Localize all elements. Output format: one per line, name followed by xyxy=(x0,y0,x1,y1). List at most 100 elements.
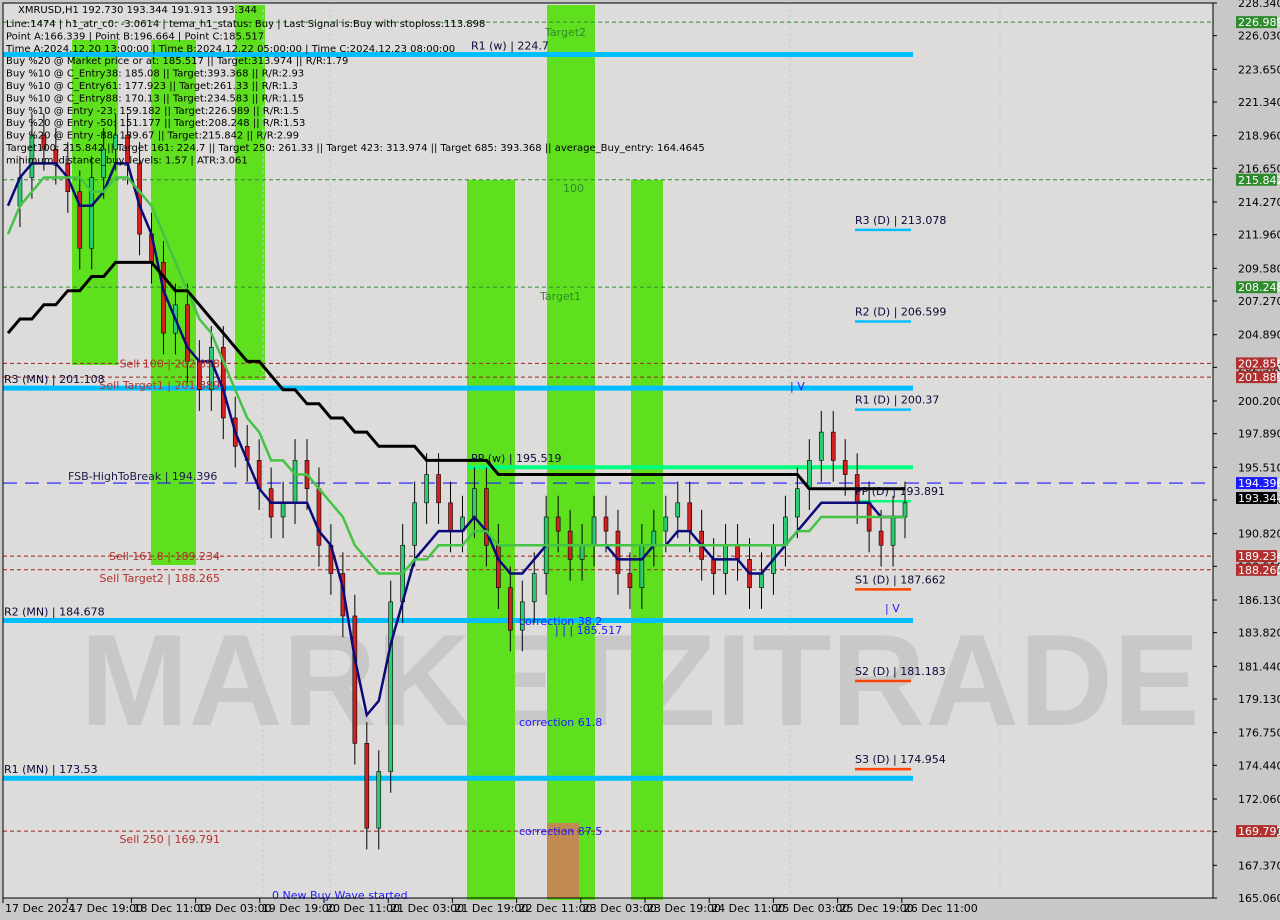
annotation-wave-iv: | V xyxy=(790,380,805,393)
x-tick-label: 19 Dec 03:00 xyxy=(198,902,272,915)
info-line: Target100: 215.842 || Target 161: 224.7 … xyxy=(5,143,705,154)
y-tick-label: 214.270 xyxy=(1238,196,1280,209)
y-tick-label: 190.820 xyxy=(1238,528,1280,541)
info-line: Line:1474 | h1_atr_c0: -3.0614 | tema_h1… xyxy=(6,19,485,30)
candle-bear xyxy=(735,544,740,560)
info-line: Buy %10 @ Entry -23: 159.182 || Target:2… xyxy=(6,106,299,117)
annotation-target2: Target2 xyxy=(544,26,586,39)
y-tick-label: 179.130 xyxy=(1238,693,1280,706)
candle-bull xyxy=(280,502,286,518)
signal-zone xyxy=(631,180,663,900)
candle-bear xyxy=(878,530,884,546)
candle-bear xyxy=(316,488,322,546)
candle-bear xyxy=(830,431,836,461)
annotation-100: 100 xyxy=(563,182,584,195)
x-tick-label: 26 Dec 11:00 xyxy=(904,902,978,915)
x-tick-label: 18 Dec 11:00 xyxy=(133,902,207,915)
info-line: Buy %10 @ C_Entry38: 185.08 || Target:39… xyxy=(6,69,304,80)
level-label: S1 (D) | 187.662 xyxy=(855,573,946,586)
info-line: Point A:166.339 | Point B:196.664 | Poin… xyxy=(6,31,264,42)
candle-bear xyxy=(352,615,358,744)
annotation-point-c: | | | 185.517 xyxy=(555,624,622,637)
price-badge-label: 193.344 xyxy=(1238,492,1280,505)
candle-bear xyxy=(615,530,621,574)
candle-bull xyxy=(424,474,429,504)
y-tick-label: 172.060 xyxy=(1238,793,1280,806)
y-tick-label: 226.030 xyxy=(1238,30,1280,43)
level-label: R3 (D) | 213.078 xyxy=(855,214,946,227)
level-label: R1 (D) | 200.37 xyxy=(855,394,939,407)
y-tick-label: 218.960 xyxy=(1238,130,1280,143)
y-tick-label: 165.060 xyxy=(1238,892,1280,905)
x-tick-label: 25 Dec 19:00 xyxy=(840,902,914,915)
y-tick-label: 197.890 xyxy=(1238,428,1280,441)
info-line: Buy %10 @ C_Entry88: 170.13 || Target:23… xyxy=(6,93,304,104)
level-label: PP (w) | 195.519 xyxy=(471,452,562,465)
level-label: R2 (D) | 206.599 xyxy=(855,305,946,318)
x-tick-label: 23 Dec 19:00 xyxy=(647,902,721,915)
y-tick-label: 186.130 xyxy=(1238,594,1280,607)
level-label: S3 (D) | 174.954 xyxy=(855,753,946,766)
x-tick-label: 23 Dec 03:00 xyxy=(583,902,657,915)
candle-bear xyxy=(508,587,513,631)
level-label: R1 (MN) | 173.53 xyxy=(4,763,98,776)
price-badge-label: 188.265 xyxy=(1238,564,1280,577)
price-badge-label: 169.791 xyxy=(1238,825,1280,838)
y-tick-label: 195.510 xyxy=(1238,461,1280,474)
symbol-ohlc: XMRUSD,H1 192.730 193.344 191.913 193.34… xyxy=(18,5,257,16)
annotation-target1: Target1 xyxy=(539,290,581,303)
y-tick-label: 223.650 xyxy=(1238,63,1280,76)
level-label: Sell Target1 | 201.889 xyxy=(99,379,220,392)
candle-bear xyxy=(555,516,561,532)
y-tick-label: 181.440 xyxy=(1238,660,1280,673)
x-tick-label: 22 Dec 11:00 xyxy=(519,902,593,915)
price-badge-label: 194.396 xyxy=(1238,477,1280,490)
level-label: Sell Target2 | 188.265 xyxy=(99,572,220,585)
level-label: S2 (D) | 181.183 xyxy=(855,665,946,678)
candle-bull xyxy=(651,530,657,546)
candle-bull xyxy=(531,573,537,603)
y-tick-label: 174.440 xyxy=(1238,759,1280,772)
level-label: FSB-HighToBreak | 194.396 xyxy=(68,470,217,483)
candle-bull xyxy=(639,544,645,588)
x-tick-label: 21 Dec 03:00 xyxy=(390,902,464,915)
y-tick-label: 200.200 xyxy=(1238,395,1280,408)
candle-bull xyxy=(890,516,896,546)
candle-bull xyxy=(902,502,908,518)
candle-bull xyxy=(376,771,382,829)
x-tick-label: 19 Dec 19:00 xyxy=(262,902,336,915)
x-tick-label: 21 Dec 19:00 xyxy=(454,902,528,915)
x-tick-label: 17 Dec 2024 xyxy=(5,902,75,915)
x-tick-label: 24 Dec 11:00 xyxy=(711,902,785,915)
info-line: Buy %10 @ C_Entry61: 177.923 || Target:2… xyxy=(6,81,298,92)
candle-bull xyxy=(472,488,477,518)
y-tick-label: 204.890 xyxy=(1238,329,1280,342)
level-label: Sell 250 | 169.791 xyxy=(119,833,220,846)
annotation-correction-87: correction 87.5 xyxy=(519,825,602,838)
candle-bear xyxy=(496,544,501,588)
y-tick-label: 176.750 xyxy=(1238,727,1280,740)
candle-bear xyxy=(687,502,693,532)
candle-bull xyxy=(663,516,669,532)
candle-bull xyxy=(807,460,812,489)
info-line: Buy %20 @ Entry -88: 139.67 || Target:21… xyxy=(6,131,299,142)
candle-bear xyxy=(364,742,370,829)
candle-bull xyxy=(579,544,585,560)
level-label: Sell 161.8 | 189.234 xyxy=(109,550,220,563)
y-tick-label: 221.340 xyxy=(1238,96,1280,109)
level-label: PP (D) | 193.891 xyxy=(855,485,945,498)
y-tick-label: 209.580 xyxy=(1238,262,1280,275)
y-tick-label: 183.820 xyxy=(1238,627,1280,640)
info-line: minimum_distance_buy_levels: 1.57 | ATR:… xyxy=(6,155,248,166)
x-tick-label: 25 Dec 03:00 xyxy=(775,902,849,915)
y-tick-label: 228.340 xyxy=(1238,0,1280,10)
candle-bull xyxy=(412,502,417,546)
price-badge-label: 201.889 xyxy=(1238,371,1280,384)
chart[interactable]: MARKETZITRADE Target2Target1100correctio… xyxy=(0,0,1280,920)
candle-bear xyxy=(603,516,609,532)
info-line: Buy %20 @ Entry -50: 151.177 || Target:2… xyxy=(6,118,305,129)
candle-bull xyxy=(759,573,764,588)
y-tick-label: 167.370 xyxy=(1238,859,1280,872)
level-label: Sell 100 | 202.858 xyxy=(119,357,220,370)
candle-bull xyxy=(818,431,824,461)
